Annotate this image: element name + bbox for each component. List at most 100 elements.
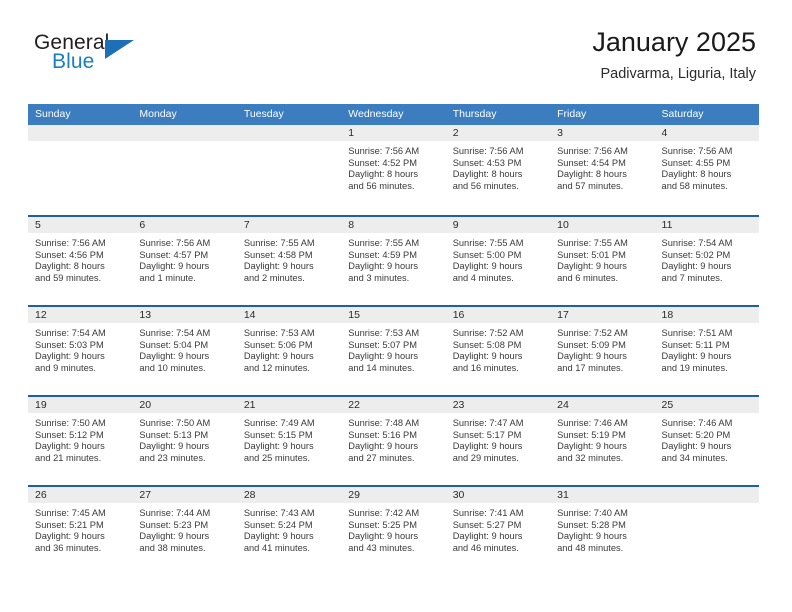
sunrise-time: Sunrise: 7:56 AM	[452, 146, 524, 156]
daylight-duration-line1: Daylight: 9 hours	[139, 351, 210, 362]
sunrise-time: Sunrise: 7:54 AM	[139, 328, 211, 338]
calendar-day-cell[interactable]: 2 Sunrise: 7:56 AM Sunset: 4:53 PM Daylight…	[445, 125, 551, 215]
day-number-band: 17	[550, 307, 655, 324]
calendar-day-cell[interactable]: 17 Sunrise: 7:52 AM Sunset: 5:09 PM Dayligh…	[550, 307, 655, 395]
calendar-day-cell[interactable]: 31 Sunrise: 7:40 AM Sunset: 5:28 PM Dayligh…	[550, 487, 655, 575]
sunset-time: Sunset: 5:27 PM	[452, 519, 522, 530]
calendar-day-cell[interactable]: 15 Sunrise: 7:53 AM Sunset: 5:07 PM Dayligh…	[341, 307, 446, 395]
day-number-band: 2	[445, 125, 551, 142]
sunrise-time: Sunrise: 7:55 AM	[348, 238, 420, 248]
day-number-band: 28	[236, 487, 342, 504]
day-number: 8	[348, 219, 355, 231]
day-number: 9	[452, 219, 459, 231]
calendar-day-cell[interactable]: 12 Sunrise: 7:54 AM Sunset: 5:03 PM Dayligh…	[28, 307, 133, 395]
day-number-band: 14	[236, 307, 342, 324]
brand-logo[interactable]: General Blue	[34, 32, 184, 88]
daylight-duration-line1: Daylight: 9 hours	[139, 531, 210, 542]
sunrise-time: Sunrise: 7:47 AM	[452, 418, 524, 428]
daylight-duration-line2: and 14 minutes.	[348, 362, 415, 373]
day-number-band: 21	[236, 397, 342, 414]
day-details: Sunrise: 7:49 AM Sunset: 5:15 PM Daylight:…	[237, 414, 341, 464]
calendar-day-cell[interactable]: 23 Sunrise: 7:47 AM Sunset: 5:17 PM Dayligh…	[445, 397, 551, 485]
calendar-day-cell[interactable]: 10 Sunrise: 7:55 AM Sunset: 5:01 PM Dayligh…	[550, 217, 655, 305]
calendar-day-cell[interactable]: 18 Sunrise: 7:51 AM Sunset: 5:11 PM Dayligh…	[654, 307, 759, 395]
sunset-time: Sunset: 5:00 PM	[452, 249, 522, 260]
calendar-week-row: 5 Sunrise: 7:56 AM Sunset: 4:56 PM Daylight…	[28, 215, 759, 305]
sunset-time: Sunset: 4:58 PM	[243, 249, 313, 260]
sunrise-time: Sunrise: 7:56 AM	[557, 146, 628, 156]
day-number: 27	[139, 489, 152, 501]
day-number: 5	[35, 219, 41, 231]
calendar-day-cell[interactable]: 4 Sunrise: 7:56 AM Sunset: 4:55 PM Daylight…	[654, 125, 759, 215]
day-details: Sunrise: 7:56 AM Sunset: 4:54 PM Daylight:…	[550, 142, 654, 192]
day-details: Sunrise: 7:51 AM Sunset: 5:11 PM Daylight:…	[655, 324, 759, 374]
calendar-day-cell[interactable]: 13 Sunrise: 7:54 AM Sunset: 5:04 PM Dayligh…	[132, 307, 237, 395]
calendar-day-cell[interactable]: 20 Sunrise: 7:50 AM Sunset: 5:13 PM Dayligh…	[132, 397, 237, 485]
calendar-day-cell[interactable]: 8 Sunrise: 7:55 AM Sunset: 4:59 PM Daylight…	[341, 217, 446, 305]
sunset-time: Sunset: 5:01 PM	[557, 249, 626, 260]
sunset-time: Sunset: 5:02 PM	[661, 249, 731, 260]
sunrise-time: Sunrise: 7:46 AM	[557, 418, 628, 428]
day-number-band: 24	[550, 397, 655, 414]
daylight-duration-line1: Daylight: 9 hours	[557, 531, 627, 542]
day-details: Sunrise: 7:50 AM Sunset: 5:13 PM Daylight:…	[132, 414, 236, 464]
calendar-day-cell[interactable]: 11 Sunrise: 7:54 AM Sunset: 5:02 PM Dayligh…	[654, 217, 759, 305]
day-number: 11	[661, 219, 673, 231]
calendar-day-cell[interactable]: 26 Sunrise: 7:45 AM Sunset: 5:21 PM Dayligh…	[28, 487, 133, 575]
daylight-duration-line2: and 7 minutes.	[661, 272, 723, 283]
daylight-duration-line1: Daylight: 9 hours	[35, 351, 105, 362]
calendar-day-cell[interactable]: 21 Sunrise: 7:49 AM Sunset: 5:15 PM Dayligh…	[236, 397, 342, 485]
daylight-duration-line2: and 27 minutes.	[348, 452, 415, 463]
sunrise-time: Sunrise: 7:56 AM	[661, 146, 733, 156]
day-details: Sunrise: 7:55 AM Sunset: 5:01 PM Daylight:…	[550, 234, 654, 284]
calendar-day-cell[interactable]: 3 Sunrise: 7:56 AM Sunset: 4:54 PM Daylight…	[550, 125, 655, 215]
weekday-header-saturday: Saturday	[661, 108, 704, 120]
daylight-duration-line2: and 23 minutes.	[139, 452, 206, 463]
calendar-day-cell[interactable]: 30 Sunrise: 7:41 AM Sunset: 5:27 PM Dayligh…	[445, 487, 551, 575]
daylight-duration-line2: and 34 minutes.	[661, 452, 728, 463]
calendar-day-cell[interactable]: 27 Sunrise: 7:44 AM Sunset: 5:23 PM Dayligh…	[132, 487, 237, 575]
sunset-time: Sunset: 5:17 PM	[452, 429, 522, 440]
calendar-day-cell[interactable]: 9 Sunrise: 7:55 AM Sunset: 5:00 PM Daylight…	[445, 217, 551, 305]
daylight-duration-line2: and 6 minutes.	[557, 272, 619, 283]
day-number: 15	[348, 309, 360, 321]
daylight-duration-line2: and 9 minutes.	[35, 362, 96, 373]
calendar-day-cell[interactable]: 25 Sunrise: 7:46 AM Sunset: 5:20 PM Dayligh…	[654, 397, 759, 485]
day-number: 7	[243, 219, 250, 231]
calendar-day-cell[interactable]: 5 Sunrise: 7:56 AM Sunset: 4:56 PM Daylight…	[28, 217, 133, 305]
calendar-day-cell[interactable]: 16 Sunrise: 7:52 AM Sunset: 5:08 PM Dayligh…	[445, 307, 551, 395]
calendar-day-cell[interactable]: 1 Sunrise: 7:56 AM Sunset: 4:52 PM Daylight…	[341, 125, 446, 215]
sunrise-time: Sunrise: 7:52 AM	[557, 328, 628, 338]
weekday-header-thursday: Thursday	[452, 108, 497, 120]
day-details: Sunrise: 7:56 AM Sunset: 4:52 PM Daylight:…	[341, 142, 445, 192]
daylight-duration-line1: Daylight: 8 hours	[557, 169, 627, 180]
calendar-day-cell[interactable]: 28 Sunrise: 7:43 AM Sunset: 5:24 PM Dayligh…	[236, 487, 342, 575]
calendar-day-cell[interactable]: 24 Sunrise: 7:46 AM Sunset: 5:19 PM Dayligh…	[550, 397, 655, 485]
day-number-band	[654, 487, 759, 504]
day-details: Sunrise: 7:55 AM Sunset: 4:58 PM Daylight:…	[237, 234, 341, 284]
calendar-day-cell[interactable]: 7 Sunrise: 7:55 AM Sunset: 4:58 PM Daylight…	[236, 217, 342, 305]
daylight-duration-line2: and 43 minutes.	[348, 542, 415, 553]
page-subtitle: Padivarma, Liguria, Italy	[600, 66, 756, 82]
day-number-band	[28, 125, 133, 142]
daylight-duration-line2: and 2 minutes.	[243, 272, 305, 283]
daylight-duration-line1: Daylight: 9 hours	[452, 531, 523, 542]
sunset-time: Sunset: 4:55 PM	[661, 157, 731, 168]
calendar-day-cell[interactable]: 6 Sunrise: 7:56 AM Sunset: 4:57 PM Daylight…	[132, 217, 237, 305]
day-number: 12	[35, 309, 47, 321]
daylight-duration-line1: Daylight: 9 hours	[243, 351, 314, 362]
calendar-day-cell[interactable]: 22 Sunrise: 7:48 AM Sunset: 5:16 PM Dayligh…	[341, 397, 446, 485]
page-title: January 2025	[592, 27, 756, 57]
day-number-band: 15	[341, 307, 446, 324]
sunset-time: Sunset: 4:54 PM	[557, 157, 626, 168]
calendar-day-cell[interactable]: 14 Sunrise: 7:53 AM Sunset: 5:06 PM Dayligh…	[236, 307, 342, 395]
daylight-duration-line1: Daylight: 9 hours	[452, 351, 523, 362]
day-number-band: 26	[28, 487, 133, 504]
day-details: Sunrise: 7:55 AM Sunset: 4:59 PM Daylight:…	[341, 234, 445, 284]
calendar-day-cell[interactable]: 19 Sunrise: 7:50 AM Sunset: 5:12 PM Dayligh…	[28, 397, 133, 485]
sunset-time: Sunset: 4:57 PM	[139, 249, 209, 260]
calendar-day-cell[interactable]: 29 Sunrise: 7:42 AM Sunset: 5:25 PM Dayligh…	[341, 487, 446, 575]
sunrise-time: Sunrise: 7:53 AM	[243, 328, 315, 338]
day-number: 23	[452, 399, 465, 411]
sunrise-time: Sunrise: 7:55 AM	[243, 238, 315, 248]
